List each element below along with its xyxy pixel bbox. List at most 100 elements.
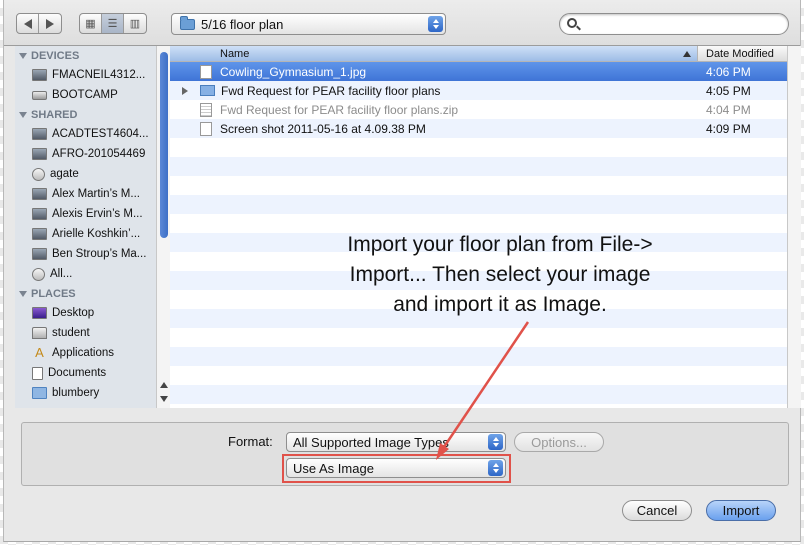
search-input[interactable]	[559, 13, 789, 35]
image-file-icon	[200, 121, 212, 136]
sidebar-section-header[interactable]: SHARED	[15, 105, 169, 124]
sidebar-item-label: BOOTCAMP	[52, 89, 118, 101]
format-popup[interactable]: All Supported Image Types	[286, 432, 506, 452]
sidebar-item[interactable]: ACADTEST4604...	[15, 124, 169, 144]
file-name: Fwd Request for PEAR facility floor plan…	[220, 102, 459, 117]
sidebar-item[interactable]: FMACNEIL4312...	[15, 65, 169, 85]
list-icon: ☰	[107, 18, 118, 30]
file-list-scrollbar[interactable]	[787, 46, 801, 408]
annotation-line: Import... Then select your image	[349, 263, 651, 286]
nav-buttons	[16, 13, 62, 34]
sidebar-item[interactable]: student	[15, 323, 169, 343]
laptop-icon	[32, 188, 47, 200]
file-row[interactable]: Cowling_Gymnasium_1.jpg 4:06 PM	[170, 62, 787, 81]
sidebar-item-label: Alexis Ervin’s M...	[52, 208, 143, 220]
sidebar-scroll-thumb[interactable]	[160, 52, 168, 238]
cancel-button[interactable]: Cancel	[622, 500, 692, 521]
format-label: Format:	[228, 434, 273, 449]
sidebar-item-label: Arielle Koshkin’...	[52, 228, 141, 240]
laptop-icon	[32, 228, 47, 240]
sidebar-item[interactable]: blumbery	[15, 383, 169, 403]
sidebar-item[interactable]: All...	[15, 264, 169, 284]
sidebar-item[interactable]: Alex Martin’s M...	[15, 184, 169, 204]
disclosure-triangle-icon[interactable]	[19, 52, 27, 59]
applications-icon: A	[35, 345, 44, 360]
folder-icon	[180, 15, 195, 30]
sidebar-item-label: ACADTEST4604...	[52, 128, 149, 140]
annotation-line: Import your floor plan from File->	[347, 233, 653, 256]
disclosure-triangle-icon[interactable]	[19, 111, 27, 118]
search-icon	[567, 18, 577, 28]
sidebar-item[interactable]: Documents	[15, 363, 169, 383]
sidebar-scrollbar[interactable]	[156, 46, 170, 408]
sidebar-item-label: Alex Martin’s M...	[52, 188, 140, 200]
sidebar-item[interactable]: BOOTCAMP	[15, 85, 169, 105]
image-file-icon	[200, 64, 212, 79]
scroll-up-icon[interactable]	[160, 382, 168, 388]
format-value: All Supported Image Types	[293, 434, 449, 450]
annotation-text: Import your floor plan from File-> Impor…	[300, 230, 700, 320]
imac-icon	[32, 148, 47, 160]
forward-arrow-icon	[46, 18, 54, 29]
imac-icon	[32, 69, 47, 81]
file-list: Name Date Modified Cowling_Gymnasium_1.j…	[170, 46, 787, 408]
date-column-label: Date Modified	[706, 47, 774, 60]
name-column-header[interactable]: Name	[170, 46, 698, 61]
path-popup[interactable]: 5/16 floor plan	[171, 13, 446, 35]
back-button[interactable]	[17, 14, 39, 33]
date-column-header[interactable]: Date Modified	[698, 46, 787, 61]
file-row[interactable]: Screen shot 2011-05-16 at 4.09.38 PM 4:0…	[170, 119, 787, 138]
sidebar-item[interactable]: agate	[15, 164, 169, 184]
disclosure-triangle-icon[interactable]	[19, 290, 27, 297]
sidebar-item-label: Documents	[48, 367, 107, 379]
toolbar: ▦ ☰ ▥ 5/16 floor plan	[4, 0, 800, 46]
section-title: DEVICES	[31, 49, 80, 62]
disk-icon	[32, 90, 47, 100]
laptop-icon	[32, 208, 47, 220]
disclosure-triangle-icon[interactable]	[182, 87, 188, 95]
scroll-down-icon[interactable]	[160, 396, 168, 402]
desktop-icon	[32, 307, 47, 319]
sidebar-item[interactable]: Arielle Koshkin’...	[15, 224, 169, 244]
folder-icon	[200, 85, 215, 96]
forward-button[interactable]	[39, 14, 61, 33]
sidebar-item-label: Desktop	[52, 307, 95, 319]
section-title: SHARED	[31, 108, 78, 121]
file-date: 4:04 PM	[706, 102, 751, 117]
popup-arrows-icon	[428, 16, 443, 32]
list-header: Name Date Modified	[170, 46, 787, 62]
file-row: Fwd Request for PEAR facility floor plan…	[170, 100, 787, 119]
file-name: Screen shot 2011-05-16 at 4.09.38 PM	[220, 121, 426, 136]
popup-arrows-icon	[488, 434, 503, 450]
file-row[interactable]: Fwd Request for PEAR facility floor plan…	[170, 81, 787, 100]
view-mode-buttons: ▦ ☰ ▥	[79, 13, 147, 34]
list-view-button[interactable]: ☰	[102, 14, 124, 33]
column-view-button[interactable]: ▥	[124, 14, 146, 33]
sidebar-item[interactable]: AFRO-201054469	[15, 144, 169, 164]
annotation-line: and import it as Image.	[393, 293, 607, 316]
sidebar-section-header[interactable]: PLACES	[15, 284, 169, 303]
annotation-highlight-box	[282, 454, 511, 483]
sidebar-item[interactable]: Desktop	[15, 303, 169, 323]
sidebar-item-label: blumbery	[52, 387, 100, 399]
sidebar-item-label: agate	[50, 168, 79, 180]
sidebar-item-label: FMACNEIL4312...	[52, 69, 146, 81]
sidebar-item-label: Applications	[52, 347, 115, 359]
sidebar-item[interactable]: Alexis Ervin’s M...	[15, 204, 169, 224]
network-icon	[32, 167, 45, 181]
sidebar-item-label: AFRO-201054469	[52, 148, 146, 160]
back-arrow-icon	[23, 18, 32, 29]
sidebar-section-header[interactable]: DEVICES	[15, 46, 169, 65]
sidebar: DEVICES FMACNEIL4312... BOOTCAMP SHARED ACAD…	[15, 46, 170, 408]
path-label: 5/16 floor plan	[201, 16, 284, 32]
sidebar-item[interactable]: Ben Stroup’s Ma...	[15, 244, 169, 264]
sidebar-item-label: student	[52, 327, 90, 339]
columns-icon: ▥	[129, 18, 141, 30]
import-button[interactable]: Import	[706, 500, 776, 521]
section-title: PLACES	[31, 287, 76, 300]
folder-icon	[32, 387, 47, 399]
sidebar-item[interactable]: A Applications	[15, 343, 169, 363]
file-date: 4:06 PM	[706, 64, 751, 79]
icon-view-button[interactable]: ▦	[80, 14, 102, 33]
home-icon	[32, 327, 47, 339]
